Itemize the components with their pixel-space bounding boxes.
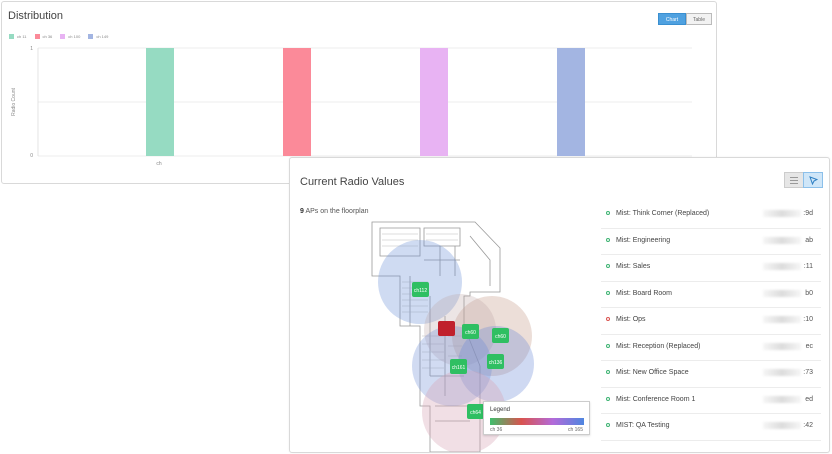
status-dot-icon: [606, 290, 610, 295]
redacted-mac: [763, 316, 801, 323]
status-dot-icon: [606, 211, 610, 215]
y-axis-label: Radio Count: [11, 87, 17, 115]
ap-name: Mist: Ops: [616, 316, 646, 323]
ap-list-row[interactable]: Mist: Conference Room 1 ed: [601, 388, 821, 414]
ap-marker-label-2: ch60: [465, 330, 476, 336]
map-legend: Legend ch 36 ch 165: [483, 401, 590, 435]
ap-list-row[interactable]: MIST: QA Testing :42: [601, 414, 821, 441]
radio-values-title: Current Radio Values: [300, 176, 405, 188]
ap-count-label: APs on the floorplan: [305, 208, 369, 215]
ap-mac-suffix: :9d: [803, 210, 813, 217]
redacted-mac: [763, 369, 801, 376]
map-legend-min: ch 36: [490, 427, 503, 433]
redacted-mac: [763, 236, 801, 244]
ap-list: Mist: Think Corner (Replaced) :9d Mist: En…: [601, 202, 821, 441]
ap-list-row[interactable]: Mist: Engineering ab: [601, 229, 821, 255]
status-dot-icon: [606, 343, 610, 348]
ap-mac-suffix: b0: [805, 289, 813, 297]
bar-ch-36[interactable]: [283, 48, 311, 156]
bar-ch-149[interactable]: [557, 48, 585, 156]
map-legend-title: Legend: [490, 407, 511, 413]
redacted-mac: [763, 289, 801, 297]
ap-marker-label-5: ch136: [489, 360, 503, 366]
current-radio-values-card: Current Radio Values 9 APs on the floorp…: [289, 157, 830, 453]
ap-list-row[interactable]: Mist: Ops :10: [601, 308, 821, 335]
map-legend-max: ch 165: [567, 427, 583, 433]
bar-ch-100[interactable]: [420, 48, 448, 156]
redacted-mac: [763, 263, 801, 270]
ap-marker-label-4: ch161: [452, 365, 466, 371]
redacted-mac: [763, 210, 801, 217]
ap-mac-suffix: :11: [803, 263, 813, 270]
ap-list-row[interactable]: Mist: Reception (Replaced) ec: [601, 335, 821, 361]
redacted-mac: [763, 422, 801, 429]
ap-name: Mist: Conference Room 1: [616, 395, 696, 403]
ap-mac-suffix: ed: [805, 395, 813, 403]
status-dot-icon: [606, 317, 610, 321]
ap-mac-suffix: ec: [805, 342, 813, 350]
y-tick-1: 1: [30, 46, 33, 52]
ap-name: Mist: Sales: [616, 263, 651, 270]
ap-name: Mist: Engineering: [616, 236, 671, 244]
ap-name: MIST: QA Testing: [616, 422, 670, 429]
ap-count: 9: [300, 208, 304, 215]
list-icon: [790, 176, 798, 184]
ap-list-row[interactable]: Mist: Sales :11: [601, 255, 821, 282]
ap-name: Mist: New Office Space: [616, 369, 689, 376]
ap-marker-label-1: ch112: [414, 288, 427, 294]
ap-mac-suffix: :42: [803, 422, 813, 429]
ap-name: Mist: Think Corner (Replaced): [616, 210, 710, 217]
map-legend-gradient: [490, 418, 584, 425]
ap-mac-suffix: ab: [805, 236, 813, 244]
map-view-button[interactable]: [803, 172, 823, 188]
ap-mac-suffix: :10: [803, 316, 813, 323]
x-tick-label: ch: [156, 161, 162, 167]
ap-list-row[interactable]: Mist: Think Corner (Replaced) :9d: [601, 202, 821, 229]
map-cursor-icon: [808, 175, 818, 185]
bar-ch-11[interactable]: [146, 48, 174, 156]
ap-marker-label-3: ch60: [495, 334, 506, 340]
ap-marker-label-6: ch64: [470, 410, 481, 416]
ap-mac-suffix: :73: [803, 369, 813, 376]
status-dot-icon: [606, 370, 610, 374]
status-dot-icon: [606, 264, 610, 268]
ap-name: Mist: Board Room: [616, 289, 673, 297]
y-tick-0: 0: [30, 153, 33, 159]
redacted-mac: [763, 342, 801, 350]
status-dot-icon: [606, 423, 610, 427]
status-dot-icon: [606, 237, 610, 242]
ap-marker-ops[interactable]: [438, 321, 455, 336]
ap-name: Mist: Reception (Replaced): [616, 342, 701, 350]
ap-list-row[interactable]: Mist: New Office Space :73: [601, 361, 821, 388]
redacted-mac: [763, 395, 801, 403]
list-view-button[interactable]: [784, 172, 804, 188]
status-dot-icon: [606, 396, 610, 401]
ap-list-row[interactable]: Mist: Board Room b0: [601, 282, 821, 308]
ap-count-text: 9 APs on the floorplan: [300, 208, 369, 215]
